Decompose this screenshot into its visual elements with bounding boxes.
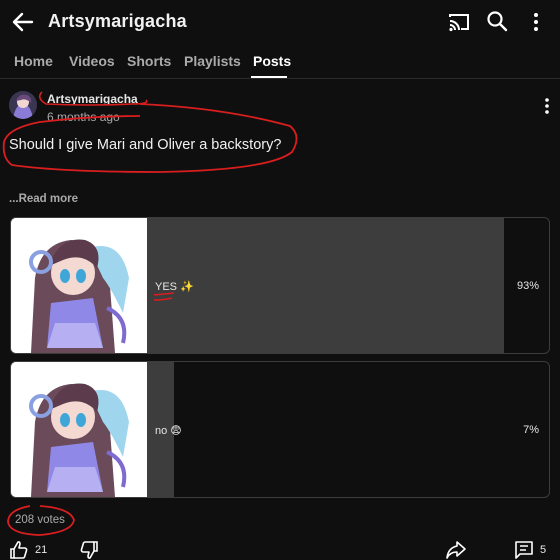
post-more-icon[interactable] (537, 96, 557, 116)
post-author[interactable]: Artsymarigacha (47, 92, 138, 106)
comment-icon[interactable] (514, 540, 534, 560)
avatar[interactable] (9, 91, 37, 119)
top-bar: Artsymarigacha (0, 0, 560, 44)
channel-title: Artsymarigacha (48, 11, 187, 31)
poll-option-image (11, 362, 147, 497)
thumbs-down-icon[interactable] (79, 540, 99, 560)
search-icon[interactable] (486, 10, 508, 32)
poll-option-percent: 7% (523, 424, 539, 436)
post-text: Should I give Mari and Oliver a backstor… (9, 137, 282, 153)
poll-option[interactable]: no 😨 7% (10, 361, 550, 498)
more-vert-icon[interactable] (526, 10, 546, 34)
post-timestamp: 6 months ago (47, 110, 120, 124)
tab-videos[interactable]: Videos (69, 53, 115, 69)
like-count: 21 (35, 544, 48, 556)
arrow-left-icon[interactable] (10, 10, 36, 34)
cast-icon[interactable] (448, 11, 470, 33)
tab-shorts[interactable]: Shorts (127, 53, 171, 69)
poll-option-label: YES ✨ (155, 281, 194, 293)
poll-option-percent: 93% (516, 280, 539, 292)
poll-result-bar (147, 218, 504, 353)
share-icon[interactable] (445, 540, 467, 560)
tab-posts[interactable]: Posts (253, 53, 291, 69)
read-more-link[interactable]: ...Read more (9, 193, 78, 205)
thumbs-up-icon[interactable] (9, 540, 29, 560)
poll-option[interactable]: YES ✨ 93% (10, 217, 550, 354)
active-tab-indicator (251, 76, 287, 78)
poll-vote-count: 208 votes (15, 514, 65, 526)
post-action-bar: 21 5 (0, 536, 560, 560)
poll-option-image (11, 218, 147, 353)
poll-option-label: no 😨 (155, 425, 182, 437)
comment-count: 5 (540, 544, 547, 556)
tab-home[interactable]: Home (14, 53, 53, 69)
channel-tabs: Home Videos Shorts Playlists Posts (0, 46, 560, 79)
tab-playlists[interactable]: Playlists (184, 53, 241, 69)
